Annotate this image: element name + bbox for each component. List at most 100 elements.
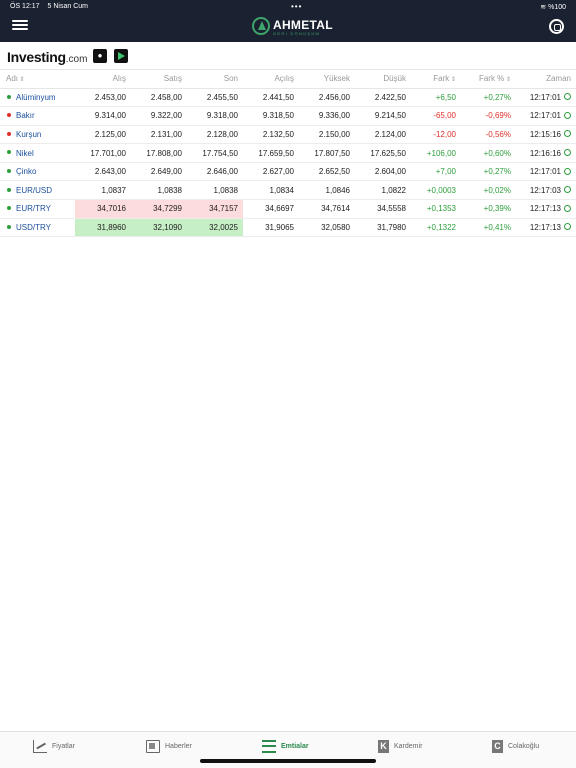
cell-value: 1,0846 bbox=[325, 185, 350, 195]
instrument-label: Kurşun bbox=[16, 129, 42, 139]
table-row[interactable]: USD/TRY 31,8960 32,1090 32,0025 31,9065 32,05… bbox=[0, 218, 576, 238]
cell-son: 2.455,50 bbox=[187, 88, 243, 108]
cell-value: +106,00 bbox=[426, 148, 456, 158]
cell-value: 2.604,00 bbox=[374, 167, 406, 177]
cell-value: 17.807,50 bbox=[314, 148, 350, 158]
tab-emtialar[interactable]: Emtialar bbox=[262, 738, 309, 754]
table-row[interactable]: EUR/TRY 34,7016 34,7299 34,7157 34,6697 34,76… bbox=[0, 199, 576, 219]
cell-acilis: 1,0834 bbox=[243, 180, 299, 201]
table-row[interactable]: Nikel 17.701,00 17.808,00 17.754,50 17.659,5… bbox=[0, 143, 576, 163]
cell-fark-pct: +0,39% bbox=[461, 199, 516, 219]
column-header: Satış bbox=[131, 70, 187, 89]
tab-kardemir[interactable]: K Kardemir bbox=[378, 738, 422, 754]
cell-dusuk: 2.124,00 bbox=[355, 125, 411, 145]
table-row[interactable]: Bakır 9.314,00 9.322,00 9.318,00 9.318,50 9.3… bbox=[0, 106, 576, 126]
cell-value: 34,5558 bbox=[377, 204, 406, 214]
cell-dusuk: 9.214,50 bbox=[355, 106, 411, 126]
instrument-label: Alüminyum bbox=[16, 92, 56, 102]
table-row[interactable]: Çinko 2.643,00 2.649,00 2.646,00 2.627,00 2.6… bbox=[0, 162, 576, 182]
whatsapp-icon[interactable] bbox=[549, 19, 564, 34]
menu-button[interactable] bbox=[12, 20, 28, 33]
cell-value: 2.646,00 bbox=[206, 167, 238, 177]
cell-value: 9.336,00 bbox=[318, 111, 350, 121]
clock-icon bbox=[564, 93, 571, 101]
column-header: Zaman bbox=[516, 70, 576, 89]
cell-alis: 1,0837 bbox=[75, 180, 131, 201]
cell-value: 2.125,00 bbox=[94, 129, 126, 139]
tab-label: Emtialar bbox=[281, 742, 309, 750]
instrument-name[interactable]: Kurşun bbox=[0, 125, 75, 145]
instrument-label: Nikel bbox=[16, 148, 34, 158]
cell-value: -0,69% bbox=[485, 111, 511, 121]
cell-satis: 34,7299 bbox=[131, 199, 187, 219]
cell-acilis: 31,9065 bbox=[243, 218, 299, 238]
play-store-icon[interactable] bbox=[114, 49, 128, 63]
tab-haberler[interactable]: Haberler bbox=[146, 738, 192, 754]
table-row[interactable]: Alüminyum 2.453,00 2.458,00 2.455,50 2.441,5… bbox=[0, 88, 576, 108]
cell-zaman: 12:17:01 bbox=[516, 162, 576, 182]
news-icon bbox=[146, 739, 160, 753]
cell-fark-pct: +0,60% bbox=[461, 143, 516, 163]
instrument-name[interactable]: Bakır bbox=[0, 106, 75, 126]
cell-value: +7,00 bbox=[435, 167, 456, 177]
cell-value: 34,7157 bbox=[209, 204, 238, 214]
instrument-name[interactable]: EUR/USD bbox=[0, 180, 75, 201]
column-header: Son bbox=[187, 70, 243, 89]
instrument-name[interactable]: Alüminyum bbox=[0, 88, 75, 108]
table-row[interactable]: Kurşun 2.125,00 2.131,00 2.128,00 2.132,50 2.… bbox=[0, 125, 576, 145]
cell-value: 2.455,50 bbox=[206, 92, 238, 102]
cell-acilis: 34,6697 bbox=[243, 199, 299, 219]
tab-label: Fiyatlar bbox=[52, 742, 75, 750]
cell-value: 12:17:03 bbox=[529, 185, 561, 195]
instrument-label: USD/TRY bbox=[16, 222, 51, 232]
cell-value: +0,41% bbox=[483, 222, 511, 232]
cell-acilis: 9.318,50 bbox=[243, 106, 299, 126]
instrument-label: EUR/TRY bbox=[16, 204, 51, 214]
cell-value: 17.701,00 bbox=[90, 148, 126, 158]
cell-fark: +106,00 bbox=[411, 143, 461, 163]
investing-brand-bar: Investing.com ● bbox=[0, 42, 576, 70]
cell-value: 12:16:16 bbox=[529, 148, 561, 158]
cell-dusuk: 17.625,50 bbox=[355, 143, 411, 163]
cell-satis: 1,0838 bbox=[131, 180, 187, 201]
commodity-table: Adı ⇕ Alış Satış Son Açılış Yüksek Düşük Fark ⇕… bbox=[0, 70, 576, 238]
home-indicator[interactable] bbox=[200, 759, 376, 763]
trend-dot-icon bbox=[7, 224, 11, 229]
table-row[interactable]: EUR/USD 1,0837 1,0838 1,0838 1,0834 1,0846 1,0… bbox=[0, 180, 576, 201]
cell-fark-pct: +0,27% bbox=[461, 88, 516, 108]
trend-dot-icon bbox=[7, 94, 11, 99]
cell-son: 2.646,00 bbox=[187, 162, 243, 182]
cell-yuksek: 2.652,50 bbox=[299, 162, 355, 182]
instrument-label: Çinko bbox=[16, 167, 37, 177]
cell-value: 34,6697 bbox=[265, 204, 294, 214]
multitask-dots[interactable]: ••• bbox=[291, 2, 302, 11]
cell-alis: 9.314,00 bbox=[75, 106, 131, 126]
sort-icon: ⇕ bbox=[449, 77, 456, 84]
logo-name: AHMETAL bbox=[273, 18, 333, 32]
cell-satis: 17.808,00 bbox=[131, 143, 187, 163]
instrument-name[interactable]: EUR/TRY bbox=[0, 199, 75, 219]
cell-value: 12:17:01 bbox=[529, 92, 561, 102]
instrument-name[interactable]: Çinko bbox=[0, 162, 75, 182]
app-store-icon[interactable]: ● bbox=[93, 49, 107, 63]
instrument-name[interactable]: Nikel bbox=[0, 143, 75, 163]
k-letter-icon: K bbox=[378, 739, 389, 753]
investing-logo[interactable]: Investing.com bbox=[7, 49, 87, 65]
column-header[interactable]: Fark % ⇕ bbox=[461, 70, 516, 89]
cell-value: 17.659,50 bbox=[258, 148, 294, 158]
column-header: Açılış bbox=[243, 70, 299, 89]
cell-value: 2.649,00 bbox=[150, 167, 182, 177]
cell-yuksek: 9.336,00 bbox=[299, 106, 355, 126]
column-header[interactable]: Adı ⇕ bbox=[0, 70, 75, 89]
logo-subtitle: GERİ DÖNÜŞÜM bbox=[273, 31, 321, 36]
cell-zaman: 12:17:01 bbox=[516, 88, 576, 108]
tab-fiyatlar[interactable]: Fiyatlar bbox=[33, 738, 75, 754]
cell-value: +0,27% bbox=[483, 92, 511, 102]
cell-value: 17.754,50 bbox=[202, 148, 238, 158]
tab-colakolu[interactable]: C Colakoğlu bbox=[492, 738, 539, 754]
instrument-name[interactable]: USD/TRY bbox=[0, 218, 75, 238]
column-header[interactable]: Fark ⇕ bbox=[411, 70, 461, 89]
cell-alis: 2.643,00 bbox=[75, 162, 131, 182]
cell-acilis: 2.627,00 bbox=[243, 162, 299, 182]
status-time: ÖS 12:17 bbox=[10, 3, 40, 10]
